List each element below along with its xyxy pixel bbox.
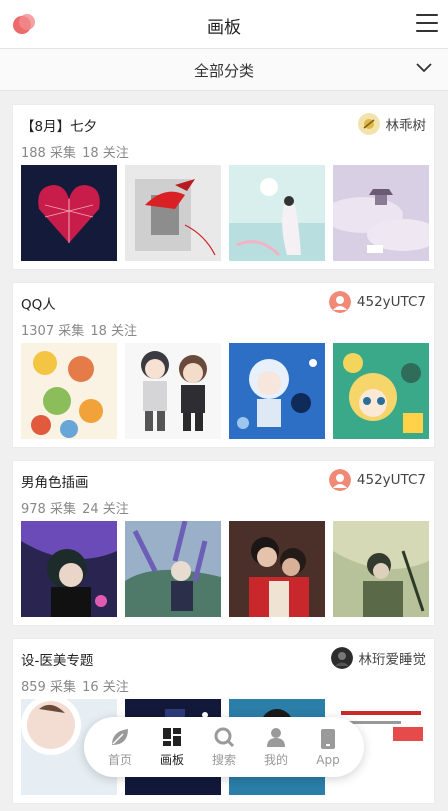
thumbnail-row [21, 521, 429, 617]
avatar [328, 469, 351, 491]
avatar [357, 113, 380, 135]
category-selector[interactable]: 全部分类 [0, 49, 448, 91]
board-card[interactable]: QQ人 452yUTC7 1307 采集 18 关注 [12, 282, 435, 448]
thumbnail-row [21, 343, 429, 439]
board-stats: 1307 采集 18 关注 [21, 320, 139, 339]
board-owner[interactable]: 452yUTC7 [328, 291, 426, 313]
board-card[interactable]: 【8月】七夕 林乖树 188 采集 18 关注 [12, 104, 435, 270]
board-card[interactable]: 男角色插画 452yUTC7 978 采集 24 关注 [12, 460, 435, 626]
nav-profile[interactable]: 我的 [253, 726, 299, 768]
category-label: 全部分类 [193, 62, 254, 80]
nav-label: 我的 [263, 753, 288, 767]
board-thumbnail[interactable] [21, 343, 117, 439]
follow-count: 16 关注 [82, 680, 129, 695]
board-owner[interactable]: 林乖树 [357, 113, 427, 135]
board-thumbnail[interactable] [125, 521, 221, 617]
board-thumbnail[interactable] [125, 165, 221, 261]
nav-label: 画板 [159, 753, 184, 767]
board-thumbnail[interactable] [333, 521, 429, 617]
avatar [330, 647, 353, 669]
board-thumbnail[interactable] [21, 165, 117, 261]
follow-count: 18 关注 [90, 324, 138, 339]
menu-bar-2 [416, 22, 438, 24]
board-thumbnail[interactable] [125, 343, 221, 439]
thumbnail-row [21, 165, 429, 261]
board-title[interactable]: 【8月】七夕 [21, 115, 97, 135]
pin-count: 1307 采集 [21, 324, 85, 339]
board-owner[interactable]: 452yUTC7 [328, 469, 426, 491]
menu-button[interactable] [416, 14, 438, 34]
chevron-down-icon [416, 63, 432, 73]
board-grid-icon [163, 728, 181, 746]
board-owner[interactable]: 林珩爱睡觉 [330, 647, 427, 669]
menu-bar-1 [416, 14, 438, 16]
nav-label: App [316, 752, 340, 767]
board-thumbnail[interactable] [229, 165, 325, 261]
board-stats: 978 采集 24 关注 [21, 498, 131, 517]
menu-bar-3 [416, 30, 438, 32]
board-stats: 188 采集 18 关注 [21, 142, 131, 161]
nav-app[interactable]: App [305, 728, 351, 767]
board-thumbnail[interactable] [333, 343, 429, 439]
board-thumbnail[interactable] [229, 521, 325, 617]
nav-label: 首页 [107, 753, 132, 767]
pin-count: 978 采集 [21, 502, 76, 517]
board-thumbnail[interactable] [21, 521, 117, 617]
owner-name: 452yUTC7 [356, 472, 426, 488]
board-title[interactable]: 设-医美专题 [21, 649, 93, 669]
board-thumbnail[interactable] [229, 343, 325, 439]
nav-label: 搜索 [211, 753, 236, 767]
phone-icon [321, 728, 335, 749]
leaf-icon [112, 729, 128, 745]
nav-home[interactable]: 首页 [97, 726, 143, 768]
board-title[interactable]: 男角色插画 [21, 471, 89, 491]
nav-boards[interactable]: 画板 [149, 726, 195, 768]
owner-name: 452yUTC7 [356, 294, 426, 310]
pin-count: 188 采集 [21, 146, 76, 161]
owner-name: 林乖树 [385, 118, 427, 134]
avatar [328, 291, 351, 313]
board-thumbnail[interactable] [333, 165, 429, 261]
board-stats: 859 采集 16 关注 [21, 676, 131, 695]
search-icon [214, 727, 235, 748]
page-title: 画板 [207, 18, 241, 38]
top-bar: 画板 [0, 0, 448, 49]
bottom-navigation: 首页 画板 搜索 我的 App [84, 717, 364, 777]
follow-count: 18 关注 [82, 146, 129, 161]
board-title[interactable]: QQ人 [21, 293, 56, 313]
follow-count: 24 关注 [82, 502, 129, 517]
nav-search[interactable]: 搜索 [201, 726, 247, 768]
user-icon [267, 728, 285, 747]
pin-count: 859 采集 [21, 680, 76, 695]
owner-name: 林珩爱睡觉 [358, 652, 427, 668]
